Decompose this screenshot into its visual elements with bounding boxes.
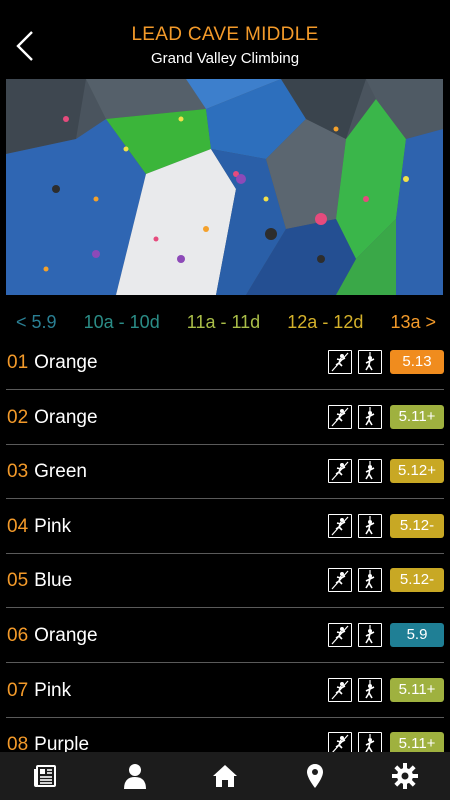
route-name: 04 Pink: [7, 516, 71, 538]
route-color: Orange: [34, 352, 98, 373]
route-row[interactable]: 06 Orange 5.9: [0, 609, 450, 663]
news-icon: [34, 765, 56, 787]
grade-badge: 5.11+: [390, 732, 444, 752]
toprope-climber-icon: [358, 459, 382, 483]
lead-climber-icon: [328, 405, 352, 429]
toprope-climber-icon: [358, 678, 382, 702]
tab-home[interactable]: [200, 756, 250, 796]
route-number: 05: [7, 570, 29, 591]
route-name: 07 Pink: [7, 680, 71, 702]
route-name: 06 Orange: [7, 625, 98, 647]
route-name: 02 Orange: [7, 407, 98, 429]
lead-climber-icon: [328, 459, 352, 483]
grade-badge: 5.11+: [390, 678, 444, 702]
toprope-climber-icon: [358, 732, 382, 752]
lead-climber-icon: [328, 350, 352, 374]
divider: [6, 389, 444, 390]
route-row[interactable]: 03 Green 5.12+: [0, 445, 450, 499]
toprope-climber-icon: [358, 350, 382, 374]
route-number: 02: [7, 407, 29, 428]
lead-climber-icon: [328, 623, 352, 647]
home-icon: [213, 765, 237, 787]
grade-filter-tabs: < 5.9 10a - 10d 11a - 11d 12a - 12d 13a …: [0, 306, 450, 338]
toprope-climber-icon: [358, 568, 382, 592]
route-row[interactable]: 05 Blue 5.12-: [0, 554, 450, 608]
grade-badge: 5.12+: [390, 459, 444, 483]
route-color: Pink: [34, 516, 72, 537]
tab-news[interactable]: [20, 756, 70, 796]
profile-icon: [124, 764, 146, 789]
route-list: 01 Orange 5.13 02 Orange 5.11+ 03 Green 5.1…: [0, 336, 450, 752]
route-row[interactable]: 07 Pink 5.11+: [0, 664, 450, 718]
page-title: LEAD CAVE MIDDLE: [131, 24, 319, 45]
toprope-climber-icon: [358, 514, 382, 538]
route-color: Green: [34, 461, 87, 482]
tab-grade-12[interactable]: 12a - 12d: [287, 306, 363, 338]
lead-climber-icon: [328, 568, 352, 592]
route-number: 08: [7, 734, 29, 752]
route-number: 03: [7, 461, 29, 482]
grade-badge: 5.12-: [390, 568, 444, 592]
tab-location[interactable]: [290, 756, 340, 796]
location-icon: [307, 764, 323, 788]
route-color: Purple: [34, 734, 90, 752]
gym-name: Grand Valley Climbing: [150, 50, 300, 67]
route-name: 03 Green: [7, 461, 87, 483]
tab-profile[interactable]: [110, 756, 160, 796]
tab-grade-under-5-9[interactable]: < 5.9: [16, 306, 57, 338]
route-row[interactable]: 08 Purple 5.11+: [0, 718, 450, 752]
route-number: 06: [7, 625, 29, 646]
grade-badge: 5.9: [390, 623, 444, 647]
tab-grade-11[interactable]: 11a - 11d: [187, 306, 260, 338]
toprope-climber-icon: [358, 623, 382, 647]
lead-climber-icon: [328, 514, 352, 538]
grade-badge: 5.12-: [390, 514, 444, 538]
route-number: 07: [7, 680, 29, 701]
route-row[interactable]: 01 Orange 5.13: [0, 336, 450, 390]
route-name: 05 Blue: [7, 570, 72, 592]
route-number: 01: [7, 352, 29, 373]
lead-climber-icon: [328, 678, 352, 702]
grade-badge: 5.13: [390, 350, 444, 374]
route-name: 01 Orange: [7, 352, 98, 374]
route-row[interactable]: 02 Orange 5.11+: [0, 391, 450, 445]
route-name: 08 Purple: [7, 734, 89, 752]
tab-grade-13-plus[interactable]: 13a >: [390, 306, 436, 338]
settings-icon: [392, 763, 418, 789]
divider: [6, 498, 444, 499]
route-color: Blue: [34, 570, 73, 591]
divider: [6, 662, 444, 663]
route-color: Orange: [34, 625, 98, 646]
route-row[interactable]: 04 Pink 5.12-: [0, 500, 450, 554]
bottom-tab-bar: [0, 752, 450, 800]
divider: [6, 607, 444, 608]
route-color: Pink: [34, 680, 72, 701]
toprope-climber-icon: [358, 405, 382, 429]
climbing-wall-photo: [6, 79, 443, 295]
header: LEAD CAVE MIDDLE Grand Valley Climbing: [0, 0, 450, 78]
tab-settings[interactable]: [380, 756, 430, 796]
route-color: Orange: [34, 407, 98, 428]
grade-badge: 5.11+: [390, 405, 444, 429]
tab-grade-10[interactable]: 10a - 10d: [84, 306, 160, 338]
route-number: 04: [7, 516, 29, 537]
lead-climber-icon: [328, 732, 352, 752]
